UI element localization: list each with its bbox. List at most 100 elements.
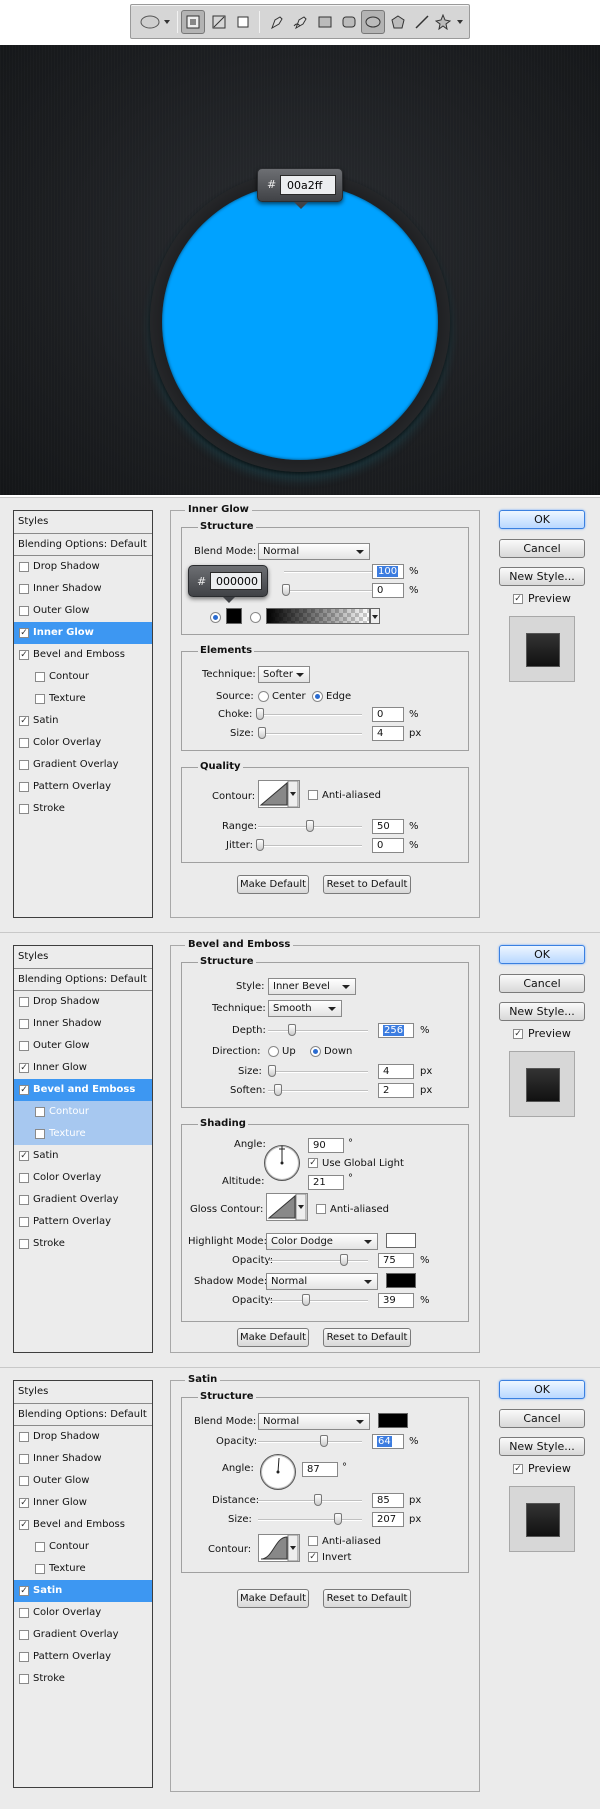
style-checkbox[interactable] — [19, 782, 29, 792]
reset-to-default-button[interactable]: Reset to Default — [323, 875, 411, 894]
blend-mode-dropdown[interactable]: Normal — [258, 1413, 370, 1430]
style-list-item[interactable]: Drop Shadow — [14, 556, 152, 578]
style-checkbox[interactable] — [35, 1107, 45, 1117]
gradient-radio[interactable] — [250, 612, 261, 623]
highlight-color-swatch[interactable] — [386, 1233, 416, 1248]
soften-input[interactable]: 2 — [378, 1083, 414, 1098]
cancel-button[interactable]: Cancel — [499, 1409, 585, 1428]
style-checkbox[interactable] — [19, 1041, 29, 1051]
line-icon[interactable] — [410, 10, 434, 34]
style-checkbox[interactable] — [35, 694, 45, 704]
rounded-rectangle-icon[interactable] — [337, 10, 361, 34]
style-checkbox[interactable] — [19, 1476, 29, 1486]
anti-aliased-checkbox[interactable] — [316, 1204, 326, 1214]
style-checkbox[interactable] — [19, 1652, 29, 1662]
style-checkbox[interactable]: ✓ — [19, 716, 29, 726]
angle-dial[interactable] — [260, 1454, 296, 1490]
style-list-item[interactable]: Texture — [14, 1558, 152, 1580]
style-list-item[interactable]: Pattern Overlay — [14, 1646, 152, 1668]
distance-input[interactable]: 85 — [372, 1493, 404, 1508]
opacity-input[interactable]: 64 — [372, 1434, 404, 1449]
style-checkbox[interactable] — [19, 606, 29, 616]
blending-options-item[interactable]: Blending Options: Default — [14, 969, 152, 991]
style-list-item[interactable]: Outer Glow — [14, 600, 152, 622]
style-checkbox[interactable]: ✓ — [19, 1498, 29, 1508]
style-list-item[interactable]: Inner Shadow — [14, 1448, 152, 1470]
style-checkbox[interactable] — [19, 1019, 29, 1029]
depth-slider[interactable] — [268, 1024, 368, 1036]
distance-slider[interactable] — [258, 1494, 362, 1506]
style-list-item[interactable]: ✓ Satin — [14, 1145, 152, 1167]
style-list-item[interactable]: Gradient Overlay — [14, 1624, 152, 1646]
style-checkbox[interactable] — [35, 1129, 45, 1139]
blend-mode-dropdown[interactable]: Normal — [258, 543, 370, 560]
style-checkbox[interactable] — [19, 760, 29, 770]
style-checkbox[interactable]: ✓ — [19, 1151, 29, 1161]
style-list-item[interactable]: ✓ Satin — [14, 710, 152, 732]
gradient-dropdown-arrow[interactable] — [370, 608, 380, 624]
style-list-item[interactable]: Pattern Overlay — [14, 1211, 152, 1233]
soften-slider[interactable] — [268, 1084, 368, 1096]
style-list-item[interactable]: Drop Shadow — [14, 991, 152, 1013]
style-list-item[interactable]: Contour — [14, 1101, 152, 1123]
style-checkbox[interactable]: ✓ — [19, 1520, 29, 1530]
size-input[interactable]: 207 — [372, 1512, 404, 1527]
new-style-button[interactable]: New Style... — [499, 567, 585, 586]
style-list-item[interactable]: ✓ Inner Glow — [14, 1057, 152, 1079]
ok-button[interactable]: OK — [499, 1380, 585, 1399]
style-list-item[interactable]: Contour — [14, 1536, 152, 1558]
style-list-item[interactable]: ✓ Bevel and Emboss — [14, 1514, 152, 1536]
shadow-color-swatch[interactable] — [386, 1273, 416, 1288]
ok-button[interactable]: OK — [499, 945, 585, 964]
style-list-item[interactable]: Drop Shadow — [14, 1426, 152, 1448]
gradient-swatch[interactable] — [266, 608, 370, 624]
style-checkbox[interactable] — [19, 1239, 29, 1249]
glow-color-swatch[interactable] — [226, 608, 242, 624]
style-checkbox[interactable]: ✓ — [19, 628, 29, 638]
style-list-item[interactable]: Stroke — [14, 1668, 152, 1690]
angle-input[interactable]: 90 — [308, 1138, 344, 1153]
style-checkbox[interactable] — [35, 1542, 45, 1552]
style-list-item[interactable]: ✓ Inner Glow — [14, 1492, 152, 1514]
style-checkbox[interactable]: ✓ — [19, 1586, 29, 1596]
cancel-button[interactable]: Cancel — [499, 539, 585, 558]
style-list-item[interactable]: Gradient Overlay — [14, 754, 152, 776]
style-list-item[interactable]: Texture — [14, 688, 152, 710]
style-checkbox[interactable]: ✓ — [19, 1063, 29, 1073]
blending-options-item[interactable]: Blending Options: Default — [14, 534, 152, 556]
size-slider[interactable] — [258, 1513, 362, 1525]
size-input[interactable]: 4 — [372, 726, 404, 741]
styles-header[interactable]: Styles — [14, 1381, 152, 1404]
noise-input[interactable]: 0 — [372, 583, 404, 598]
style-list-item[interactable]: ✓ Inner Glow — [14, 622, 152, 644]
style-list-item[interactable]: Outer Glow — [14, 1035, 152, 1057]
style-checkbox[interactable] — [35, 672, 45, 682]
shadow-opacity-input[interactable]: 39 — [378, 1293, 414, 1308]
anti-aliased-checkbox[interactable] — [308, 790, 318, 800]
cancel-button[interactable]: Cancel — [499, 974, 585, 993]
style-checkbox[interactable] — [19, 738, 29, 748]
size-slider[interactable] — [268, 1065, 368, 1077]
altitude-input[interactable]: 21 — [308, 1175, 344, 1190]
paths-icon[interactable] — [207, 10, 231, 34]
style-list-item[interactable]: ✓ Bevel and Emboss — [14, 644, 152, 666]
source-edge-radio[interactable] — [312, 691, 323, 702]
direction-up-radio[interactable] — [268, 1046, 279, 1057]
style-checkbox[interactable] — [19, 1217, 29, 1227]
solid-color-radio[interactable] — [210, 612, 221, 623]
new-style-button[interactable]: New Style... — [499, 1437, 585, 1456]
style-list-item[interactable]: Stroke — [14, 1233, 152, 1255]
opacity-input[interactable]: 100 — [372, 564, 404, 579]
preview-checkbox[interactable]: ✓ — [513, 594, 523, 604]
range-slider[interactable] — [258, 820, 362, 832]
size-input[interactable]: 4 — [378, 1064, 414, 1079]
style-list-item[interactable]: Stroke — [14, 798, 152, 820]
style-checkbox[interactable] — [19, 1454, 29, 1464]
style-list-item[interactable]: Inner Shadow — [14, 1013, 152, 1035]
invert-checkbox[interactable]: ✓ — [308, 1552, 318, 1562]
freeform-pen-icon[interactable] — [289, 10, 313, 34]
style-checkbox[interactable] — [19, 1608, 29, 1618]
style-list-item[interactable]: Color Overlay — [14, 732, 152, 754]
polygon-icon[interactable] — [386, 10, 410, 34]
reset-to-default-button[interactable]: Reset to Default — [323, 1328, 411, 1347]
